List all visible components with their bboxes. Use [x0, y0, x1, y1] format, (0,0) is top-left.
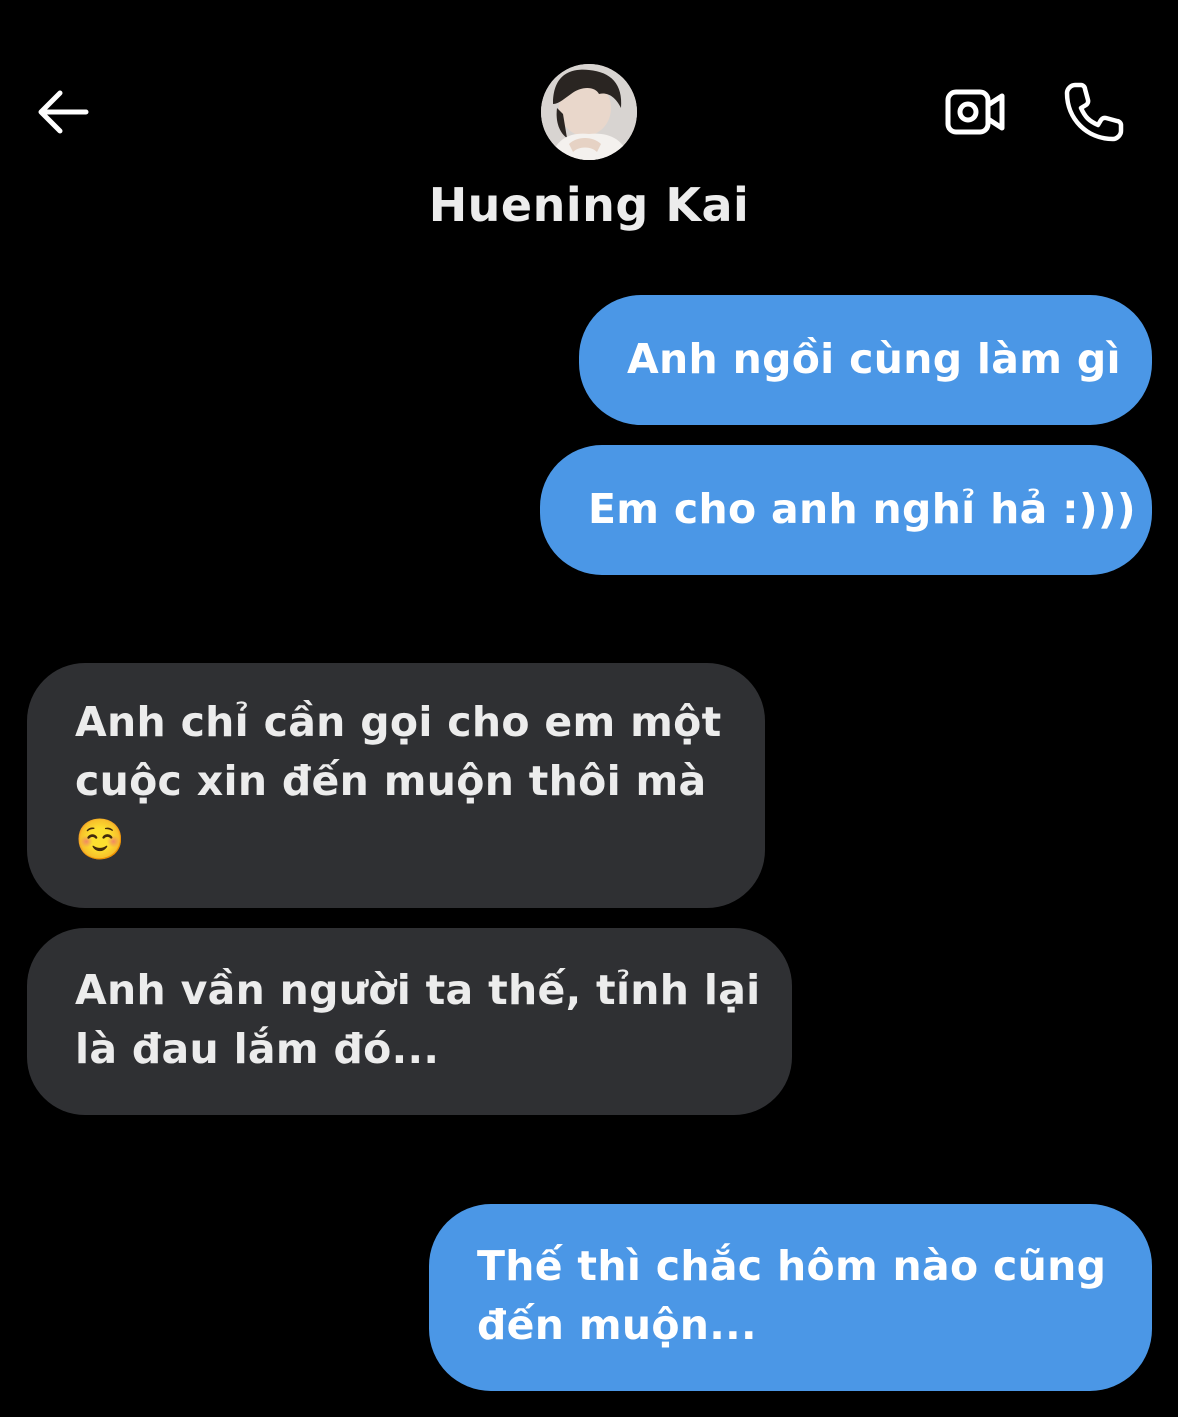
arrow-left-icon — [38, 90, 89, 134]
voice-call-button[interactable] — [1058, 76, 1130, 148]
message-text: Anh chỉ cần gọi cho em một cuộc xin đến … — [75, 698, 722, 805]
contact-name[interactable]: Huening Kai — [0, 178, 1178, 232]
video-call-button[interactable] — [940, 80, 1012, 144]
back-button[interactable] — [30, 80, 94, 144]
message-text: Thế thì chắc hôm nào cũng đến muộn... — [477, 1242, 1107, 1349]
message-bubble-sent[interactable]: Anh ngồi cùng làm gì — [579, 295, 1152, 425]
phone-icon — [1064, 82, 1124, 142]
avatar[interactable] — [541, 64, 637, 160]
message-text: Anh ngồi cùng làm gì — [627, 335, 1121, 383]
message-bubble-sent[interactable]: Em cho anh nghỉ hả :))) — [540, 445, 1152, 575]
smiling-emoji: ☺️ — [75, 817, 126, 863]
message-bubble-sent[interactable]: Thế thì chắc hôm nào cũng đến muộn... — [429, 1204, 1152, 1391]
message-text: Em cho anh nghỉ hả :))) — [588, 485, 1136, 533]
message-text: Anh vần người ta thế, tỉnh lại là đau lắ… — [75, 966, 761, 1073]
profile-photo — [541, 64, 637, 160]
message-bubble-received[interactable]: Anh chỉ cần gọi cho em một cuộc xin đến … — [27, 663, 765, 908]
message-bubble-received[interactable]: Anh vần người ta thế, tỉnh lại là đau lắ… — [27, 928, 792, 1115]
chat-header: Huening Kai — [0, 0, 1178, 260]
video-camera-icon — [945, 89, 1005, 135]
